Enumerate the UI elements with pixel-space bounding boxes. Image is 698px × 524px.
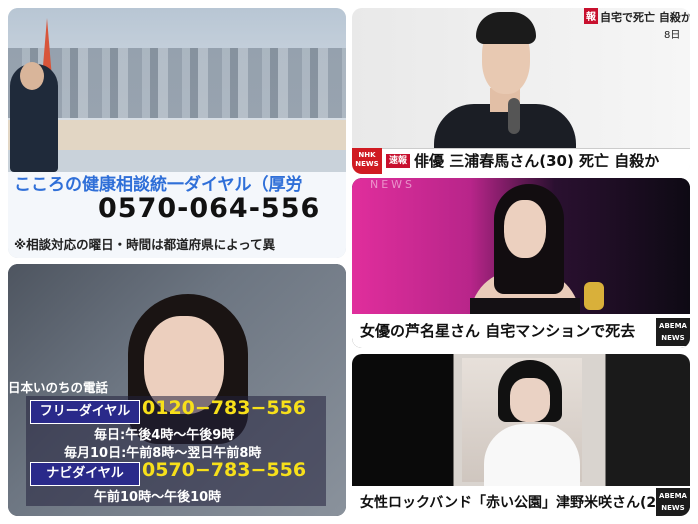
navi-hours: 午前10時〜午後10時 xyxy=(94,490,222,505)
nhk-news-panel: 報 自宅で死亡 自殺か 8日 NHK NEWS 速報 俳優 三浦春馬さん(30)… xyxy=(352,8,690,174)
studio-desk xyxy=(8,120,346,150)
actress-face xyxy=(504,200,546,258)
news-watermark: NEWS xyxy=(370,178,416,191)
nhk-news-logo: NHK NEWS xyxy=(352,148,382,174)
hotline-news-panel: こころの健康相談統一ダイヤル（厚労 0570-064-556 ※相談対応の曜日・… xyxy=(8,8,346,258)
daily-hours: 毎日:午後4時〜午後9時 xyxy=(94,428,235,443)
city-skyline xyxy=(8,48,346,118)
abema-news-logo: ABEMA NEWS xyxy=(656,318,690,346)
sokuho-badge: 速報 xyxy=(386,154,410,168)
abema-actress-panel: NEWS 女優の芦名星さん 自宅マンションで死去 ABEMA NEWS xyxy=(352,178,690,348)
date-label: 8日 xyxy=(664,30,681,41)
hotline-note: ※相談対応の曜日・時間は都道府県によって異 xyxy=(14,237,276,252)
news-anchor-head xyxy=(20,62,44,90)
topline-caption: 自宅で死亡 自殺か xyxy=(600,11,690,24)
hotline-phone-number: 0570-064-556 xyxy=(98,193,321,224)
musician-shirt xyxy=(484,424,580,486)
hotline-title: こころの健康相談統一ダイヤル（厚労 xyxy=(14,175,303,195)
free-dial-label: フリーダイヤル xyxy=(30,400,140,424)
navi-dial-number: 0570−783−556 xyxy=(142,459,307,481)
free-dial-number: 0120−783−556 xyxy=(142,397,307,419)
actor-hair xyxy=(476,12,536,44)
abema-news-logo: ABEMA NEWS xyxy=(656,488,690,516)
musician-face xyxy=(510,378,550,422)
trophy-icon xyxy=(584,282,604,310)
headline: 俳優 三浦春馬さん(30) 死亡 自殺か xyxy=(414,152,660,170)
inochi-no-denwa-panel: 日本いのちの電話 フリーダイヤル 0120−783−556 毎日:午後4時〜午後… xyxy=(8,264,346,516)
hotline-org-title: 日本いのちの電話 xyxy=(8,380,109,395)
navi-dial-label: ナビダイヤル xyxy=(30,462,140,486)
microphone-icon xyxy=(508,98,520,134)
headline: 女優の芦名星さん 自宅マンションで死去 xyxy=(360,322,636,340)
headline: 女性ロックバンド「赤い公園」津野米咲さん(29)死去 xyxy=(360,495,690,511)
abema-band-panel: 女性ロックバンド「赤い公園」津野米咲さん(29)死去 ABEMA NEWS xyxy=(352,354,690,516)
breaking-tag: 報 xyxy=(584,8,598,24)
